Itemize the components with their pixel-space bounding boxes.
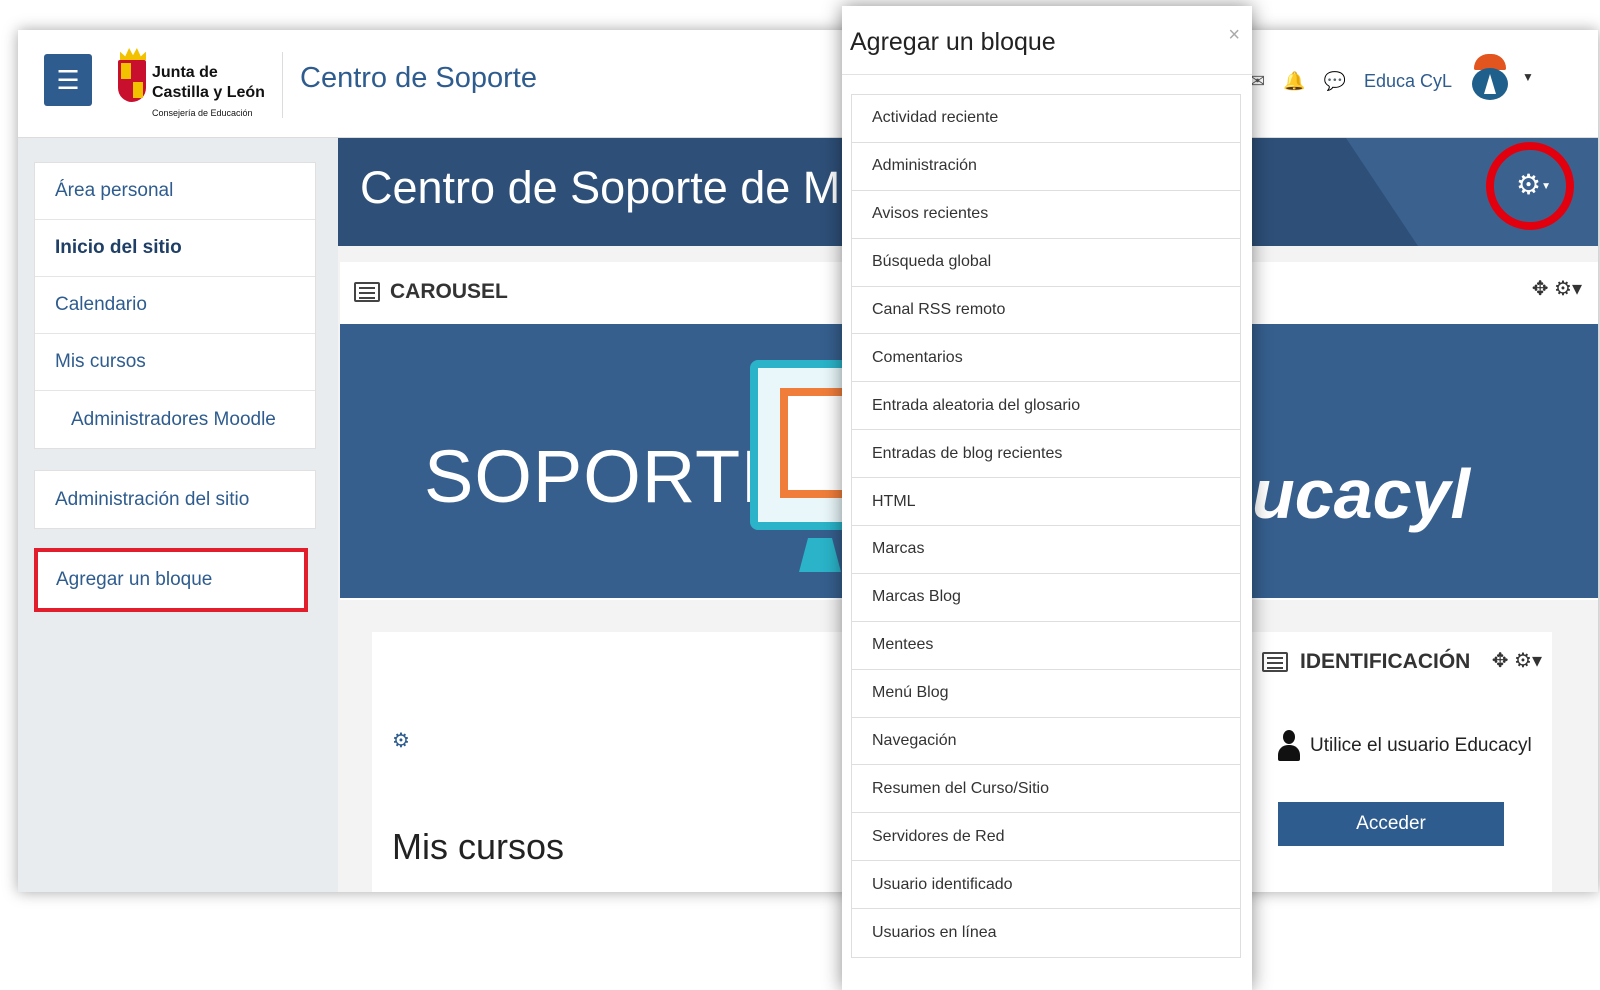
block-option[interactable]: Marcas Blog [852,574,1240,622]
carousel-title: CAROUSEL [390,280,508,303]
hamburger-menu-button[interactable]: ☰ [44,54,92,106]
shield-icon [118,60,146,102]
block-option[interactable]: Búsqueda global [852,239,1240,287]
envelope-icon[interactable]: ✉ [1250,71,1265,92]
carousel-brand-text: ucacyl [1252,455,1470,533]
block-option[interactable]: Actividad reciente [852,95,1240,143]
block-option[interactable]: Menú Blog [852,670,1240,718]
block-option[interactable]: Canal RSS remoto [852,287,1240,335]
navbar-icons: ✉ 🔔 💬 Educa CyL [1250,66,1452,96]
gear-icon[interactable]: ⚙ [392,728,410,753]
sidebar-item-calendario[interactable]: Calendario [35,277,315,334]
list-icon [1262,652,1288,672]
block-option[interactable]: HTML [852,478,1240,527]
user-menu-caret-icon[interactable]: ▼ [1522,70,1534,84]
modal-title: Agregar un bloque [850,28,1056,56]
site-logo[interactable]: Junta de Castilla y León Consejería de E… [118,44,268,124]
avatar-face [1472,68,1508,100]
block-option[interactable]: Usuario identificado [852,861,1240,910]
sidebar-item-inicio-sitio[interactable]: Inicio del sitio [35,220,315,277]
site-name-link[interactable]: Centro de Soporte [300,62,537,95]
avatar[interactable] [1470,54,1510,102]
block-option[interactable]: Resumen del Curso/Sitio [852,765,1240,814]
block-option[interactable]: Entradas de blog recientes [852,430,1240,479]
monitor-stand [799,538,841,572]
modal-divider [842,74,1252,75]
sidebar-item-mis-cursos[interactable]: Mis cursos [35,334,315,391]
block-move-settings-icon[interactable]: ✥ ⚙▾ [1492,648,1542,673]
logo-line-3: Consejería de Educación [152,108,253,118]
top-navbar: ☰ Junta de Castilla y León Consejería de… [18,30,1598,138]
sidebar-item-administracion[interactable]: Administración del sitio [35,471,315,528]
logo-line-2: Castilla y León [152,84,265,101]
highlight-circle [1486,142,1574,230]
mycourses-title: Mis cursos [392,826,565,867]
block-option[interactable]: Administración [852,143,1240,191]
list-icon [354,282,380,302]
identificacion-block: IDENTIFICACIÓN ✥ ⚙▾ Utilice el usuario E… [1252,632,1552,892]
carousel-header: CAROUSEL [354,280,508,304]
close-icon[interactable]: × [1228,24,1240,47]
sidebar-item-area-personal[interactable]: Área personal [35,163,315,220]
block-option[interactable]: Mentees [852,622,1240,670]
admin-card: Administración del sitio [34,470,316,529]
sidebar-item-administradores-moodle[interactable]: Administradores Moodle [35,391,315,448]
hamburger-icon: ☰ [56,64,80,95]
block-option[interactable]: Entrada aleatoria del glosario [852,382,1240,431]
user-name[interactable]: Educa CyL [1364,71,1452,92]
identificacion-title: IDENTIFICACIÓN [1300,650,1471,673]
chat-icon[interactable]: 💬 [1324,71,1346,92]
block-option[interactable]: Usuarios en línea [852,909,1240,957]
block-option[interactable]: Avisos recientes [852,191,1240,239]
block-option[interactable]: Comentarios [852,334,1240,383]
left-drawer: Área personal Inicio del sitio Calendari… [18,138,338,892]
add-block-link[interactable]: Agregar un bloque [34,548,308,612]
block-option[interactable]: Servidores de Red [852,813,1240,862]
navigation-card: Área personal Inicio del sitio Calendari… [34,162,316,449]
bell-icon[interactable]: 🔔 [1283,71,1305,92]
login-hint: Utilice el usuario Educacyl [1278,730,1532,762]
block-option[interactable]: Navegación [852,718,1240,766]
block-move-settings-icon[interactable]: ✥ ⚙▾ [1532,276,1582,301]
identificacion-header: IDENTIFICACIÓN [1262,650,1470,674]
add-block-modal: Agregar un bloque × Actividad reciente A… [842,6,1252,990]
block-list: Actividad reciente Administración Avisos… [851,94,1241,959]
user-icon [1278,730,1300,762]
login-hint-text: Utilice el usuario Educacyl [1310,735,1532,756]
login-button[interactable]: Acceder [1278,802,1504,846]
block-option[interactable]: Marcas [852,526,1240,574]
browser-page: ☰ Junta de Castilla y León Consejería de… [18,30,1598,892]
logo-line-1: Junta de [152,64,218,81]
carousel-soporte-text: SOPORTE [424,435,792,518]
header-divider [282,52,283,118]
crown-icon [120,48,146,60]
